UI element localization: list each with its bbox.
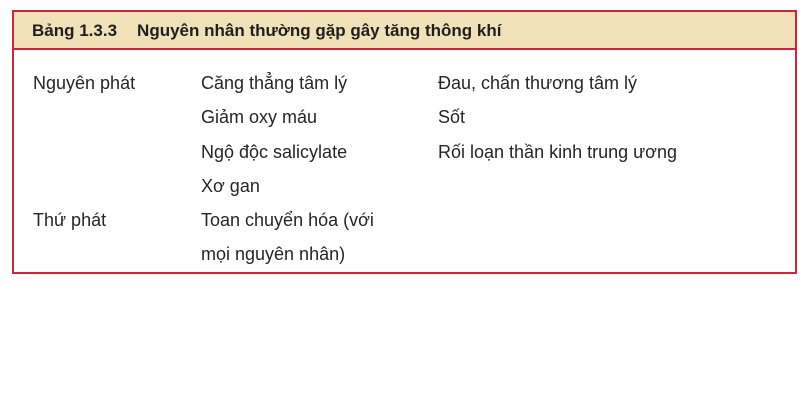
- primary-cause: Giảm oxy máu: [201, 107, 318, 127]
- primary-cause: Đau, chấn thương tâm lý: [438, 73, 637, 93]
- secondary-cause: mọi nguyên nhân): [201, 244, 346, 264]
- secondary-cause: Toan chuyển hóa (với: [201, 210, 374, 230]
- category-primary: Nguyên phát: [33, 73, 136, 93]
- primary-cause: Xơ gan: [201, 176, 260, 196]
- primary-cause: Ngộ độc salicylate: [201, 142, 348, 162]
- table-number: Bảng 1.3.3: [32, 21, 118, 40]
- table-header: Bảng 1.3.3 Nguyên nhân thường gặp gây tăn…: [14, 12, 795, 50]
- category-secondary: Thứ phát: [33, 210, 107, 230]
- table-title: Nguyên nhân thường gặp gây tăng thông kh…: [137, 21, 502, 40]
- primary-cause: Căng thẳng tâm lý: [201, 73, 348, 93]
- table-caption: Bảng 1.3.3 Nguyên nhân thường gặp gây tăn…: [32, 21, 501, 41]
- primary-cause: Rối loạn thần kinh trung ương: [438, 142, 678, 162]
- primary-cause: Sốt: [438, 107, 466, 127]
- hyperventilation-causes-table: Bảng 1.3.3 Nguyên nhân thường gặp gây tăn…: [12, 10, 797, 274]
